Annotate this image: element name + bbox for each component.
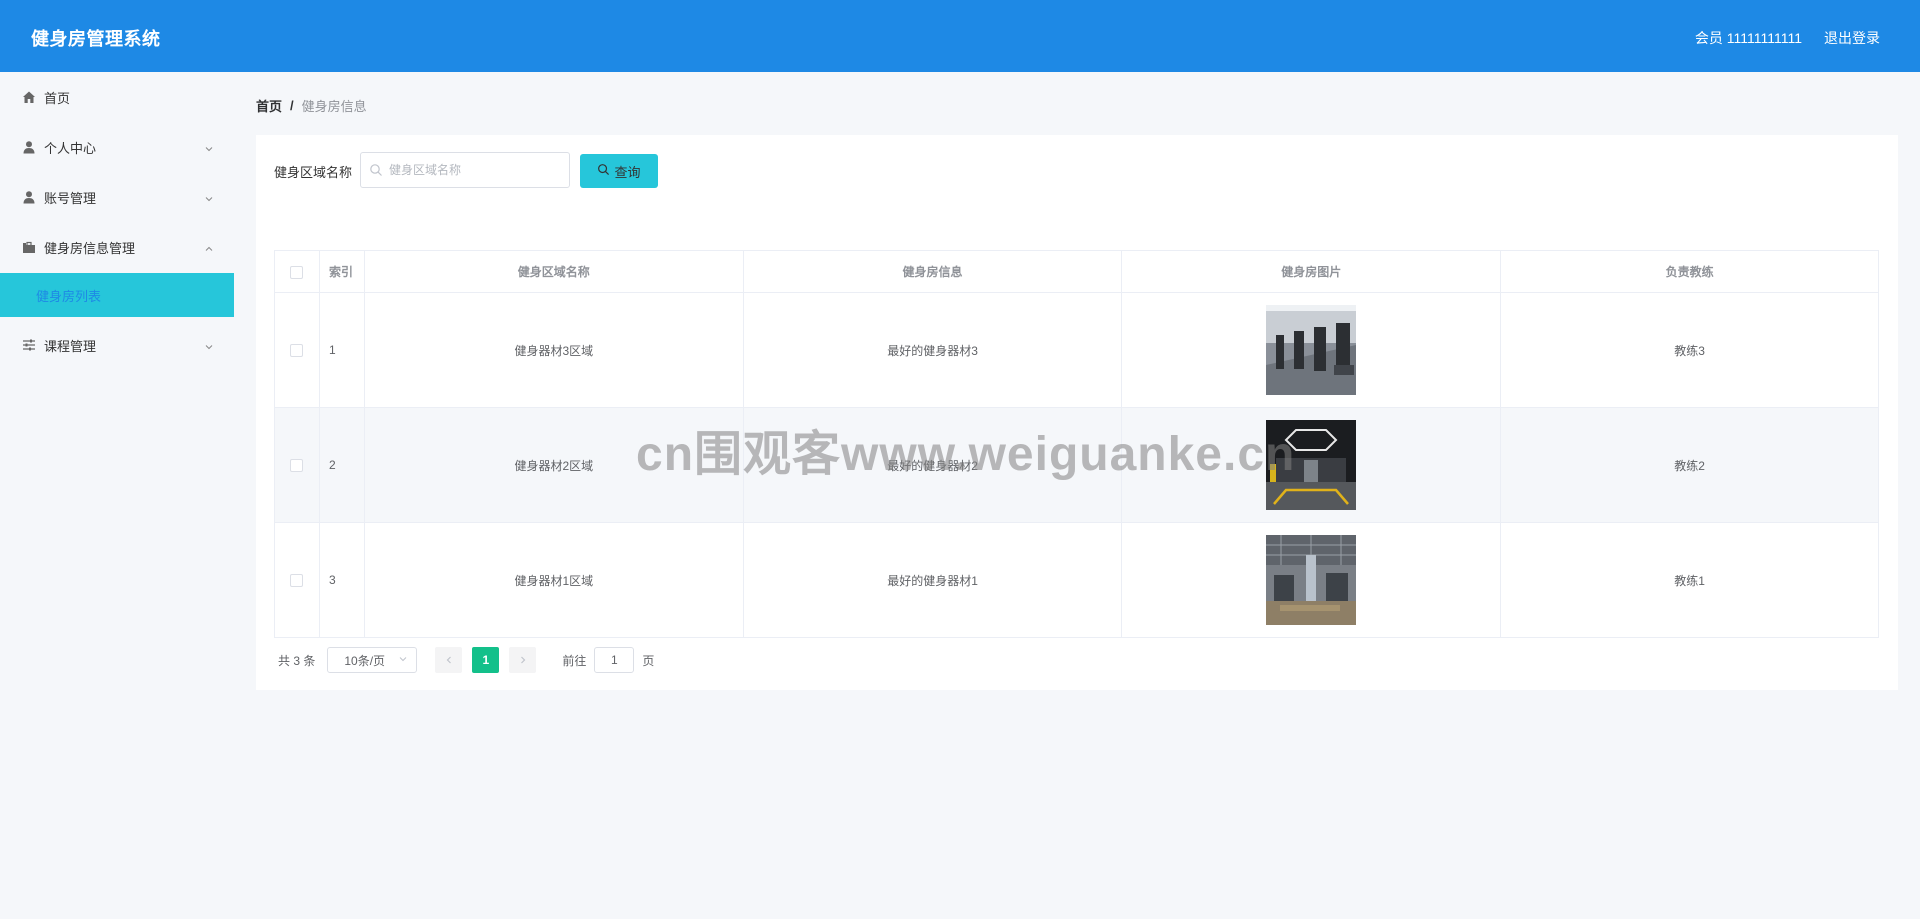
sidebar-subitem-gym-list[interactable]: 健身房列表 — [0, 273, 234, 317]
chevron-right-icon — [520, 656, 526, 664]
goto-page-input[interactable] — [594, 647, 635, 673]
row-image-cell — [1121, 522, 1502, 638]
search-icon — [369, 163, 383, 177]
goto-prefix: 前往 — [562, 653, 587, 668]
row-area-name: 健身器材1区域 — [363, 522, 744, 638]
sliders-icon — [22, 338, 36, 352]
sidebar-item-personal-center[interactable]: 个人中心 — [0, 122, 234, 172]
sidebar-item-course[interactable]: 课程管理 — [0, 320, 234, 370]
user-label: 会员 11111111111 — [1694, 30, 1802, 46]
row-gym-info: 最好的健身器材2 — [742, 407, 1123, 523]
header-area-name: 健身区域名称 — [363, 250, 744, 293]
page-number-current[interactable]: 1 — [472, 647, 500, 673]
table-row[interactable]: 3 健身器材1区域 最好的健身器材1 教练1 — [274, 522, 1879, 638]
gym-image[interactable] — [1266, 420, 1357, 510]
chevron-down-icon — [204, 192, 214, 202]
briefcase-icon — [22, 240, 36, 254]
row-image-cell — [1121, 292, 1502, 408]
query-button[interactable]: 查询 — [580, 154, 658, 188]
chevron-left-icon — [446, 656, 451, 664]
row-gym-info: 最好的健身器材3 — [742, 292, 1123, 408]
gym-image[interactable] — [1266, 305, 1357, 395]
search-icon — [597, 163, 610, 179]
logout-link[interactable]: 退出登录 — [1824, 28, 1880, 48]
search-label: 健身区域名称 — [274, 165, 353, 180]
row-coach: 教练2 — [1500, 407, 1879, 523]
page-size-select[interactable]: 10条/页 — [327, 647, 418, 673]
chevron-down-icon — [204, 142, 214, 152]
search-input[interactable] — [389, 163, 559, 177]
sidebar: 首页 个人中心 账号管理 健身房信息管理 健身房列表 课程管理 — [0, 72, 234, 919]
row-checkbox-cell — [274, 407, 320, 523]
sidebar-item-label: 课程管理 — [44, 338, 97, 354]
row-checkbox[interactable] — [290, 459, 304, 473]
row-area-name: 健身器材3区域 — [363, 292, 744, 408]
pagination: 共 3 条 10条/页 1 前往 页 — [278, 647, 654, 673]
row-gym-info: 最好的健身器材1 — [742, 522, 1123, 638]
table-row[interactable]: 1 健身器材3区域 最好的健身器材3 教练3 — [274, 292, 1879, 408]
row-checkbox[interactable] — [290, 574, 304, 588]
next-page-button[interactable] — [509, 647, 537, 673]
pagination-total: 共 3 条 — [278, 653, 316, 668]
sidebar-item-label: 账号管理 — [44, 190, 97, 206]
breadcrumb: 首页 / 健身房信息 — [256, 96, 367, 115]
breadcrumb-separator: / — [290, 98, 294, 113]
chevron-down-icon — [398, 653, 408, 667]
user-icon — [22, 140, 36, 154]
row-image-cell — [1121, 407, 1502, 523]
header-coach: 负责教练 — [1500, 250, 1879, 293]
breadcrumb-home[interactable]: 首页 — [256, 96, 282, 115]
home-icon — [22, 90, 36, 104]
chevron-up-icon — [204, 242, 214, 252]
user-area: 会员 11111111111 退出登录 — [1695, 28, 1880, 48]
gym-table: 索引 健身区域名称 健身房信息 健身房图片 负责教练 1 健身器材3区域 最好的… — [274, 250, 1879, 638]
row-area-name: 健身器材2区域 — [363, 407, 744, 523]
table-header-row: 索引 健身区域名称 健身房信息 健身房图片 负责教练 — [274, 250, 1879, 293]
row-index: 3 — [318, 522, 365, 638]
select-all-checkbox[interactable] — [290, 265, 304, 279]
row-coach: 教练1 — [1500, 522, 1879, 638]
page-size-value: 10条/页 — [344, 653, 386, 668]
user-icon — [22, 190, 36, 204]
sidebar-item-label: 首页 — [44, 90, 71, 106]
row-checkbox-cell — [274, 292, 320, 408]
content-panel: 健身区域名称 查询 索引 健身区域名称 健身房信息 健身房图片 负责教练 1 — [256, 135, 1898, 690]
row-coach: 教练3 — [1500, 292, 1879, 408]
header-index: 索引 — [318, 250, 365, 293]
sidebar-item-gym-info[interactable]: 健身房信息管理 — [0, 222, 234, 272]
gym-image[interactable] — [1266, 535, 1357, 625]
chevron-down-icon — [204, 340, 214, 350]
breadcrumb-current: 健身房信息 — [301, 99, 367, 114]
header-gym-info: 健身房信息 — [742, 250, 1123, 293]
top-header: 健身房管理系统 会员 11111111111 退出登录 — [0, 0, 1920, 72]
row-checkbox[interactable] — [290, 344, 304, 358]
app-title: 健身房管理系统 — [31, 29, 161, 49]
search-box[interactable] — [360, 152, 570, 188]
select-all-cell — [274, 250, 320, 293]
sidebar-item-label: 健身房信息管理 — [44, 240, 136, 256]
goto-suffix: 页 — [642, 653, 655, 668]
row-index: 2 — [318, 407, 365, 523]
table-row[interactable]: 2 健身器材2区域 最好的健身器材2 教练2 — [274, 407, 1879, 523]
goto-page: 前往 页 — [562, 647, 654, 673]
row-checkbox-cell — [274, 522, 320, 638]
row-index: 1 — [318, 292, 365, 408]
sidebar-item-account[interactable]: 账号管理 — [0, 172, 234, 222]
prev-page-button[interactable] — [435, 647, 463, 673]
sidebar-item-label: 个人中心 — [44, 140, 97, 156]
query-button-label: 查询 — [614, 164, 641, 180]
header-gym-image: 健身房图片 — [1121, 250, 1502, 293]
sidebar-item-home[interactable]: 首页 — [0, 72, 234, 122]
